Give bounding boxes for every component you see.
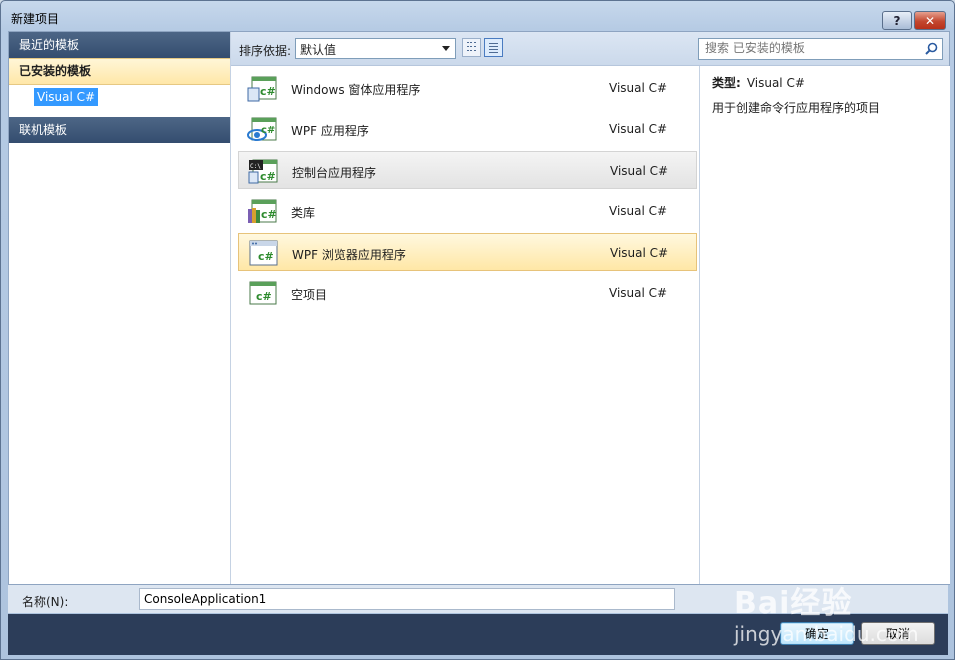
close-icon: ✕ <box>924 13 936 28</box>
template-type-value: Visual C# <box>746 76 805 90</box>
class-library-icon: c# <box>248 199 277 223</box>
chevron-down-icon <box>442 46 450 51</box>
svg-text:c#: c# <box>261 125 275 136</box>
template-list: c# Windows 窗体应用程序 Visual C# c# WPF 应用程序 … <box>233 66 699 584</box>
template-language: Visual C# <box>609 204 668 218</box>
template-search-box[interactable] <box>698 38 943 60</box>
close-button[interactable]: ✕ <box>914 11 946 30</box>
template-row-empty-project[interactable]: c# 空项目 Visual C# <box>238 274 697 312</box>
template-name: 控制台应用程序 <box>292 166 377 180</box>
window-title: 新建项目 <box>11 12 60 26</box>
title-bar[interactable]: 新建项目 ? ✕ <box>1 1 954 31</box>
template-description-panel: 类型: Visual C# 用于创建命令行应用程序的项目 <box>699 66 950 584</box>
sort-dropdown-value: 默认值 <box>300 43 337 57</box>
category-recent-templates[interactable]: 最近的模板 <box>9 32 230 58</box>
project-name-row: 名称(N): <box>8 585 948 613</box>
template-name: WPF 应用程序 <box>291 124 369 138</box>
category-visual-csharp-item[interactable]: Visual C# <box>9 85 230 117</box>
ok-button[interactable]: 确定 <box>780 622 854 645</box>
dialog-content: 最近的模板 已安装的模板 Visual C# 联机模板 排序依据: 默认值 搜索… <box>8 31 950 585</box>
template-row-wpf-application[interactable]: c# WPF 应用程序 Visual C# <box>238 110 697 148</box>
svg-text:c#: c# <box>258 250 274 263</box>
template-row-console-application[interactable]: C:\ c# 控制台应用程序 Visual C# <box>238 151 697 189</box>
template-description-text: 用于创建命令行应用程序的项目 <box>712 101 881 115</box>
wpf-icon: c# <box>247 117 277 141</box>
template-category-panel: 最近的模板 已安装的模板 Visual C# 联机模板 <box>9 32 231 584</box>
template-language: Visual C# <box>609 286 668 300</box>
search-icon[interactable] <box>925 42 938 55</box>
template-language: Visual C# <box>609 122 668 136</box>
cancel-button[interactable]: 取消 <box>861 622 935 645</box>
template-row-class-library[interactable]: c# 类库 Visual C# <box>238 192 697 230</box>
winforms-icon: c# <box>247 76 277 102</box>
sort-label: 排序依据: <box>239 44 292 58</box>
template-language: Visual C# <box>609 81 668 95</box>
template-row-windows-forms[interactable]: c# Windows 窗体应用程序 Visual C# <box>238 69 697 107</box>
new-project-dialog: 新建项目 ? ✕ 最近的模板 已安装的模板 Visual C# 联机模板 排序依… <box>0 0 955 660</box>
template-name: 类库 <box>291 206 316 220</box>
template-type: 类型: Visual C# <box>712 74 805 91</box>
svg-text:c#: c# <box>261 208 277 221</box>
template-language: Visual C# <box>610 246 669 260</box>
category-online-templates[interactable]: 联机模板 <box>9 117 230 143</box>
template-toolbar: 排序依据: 默认值 <box>231 32 949 66</box>
template-row-wpf-browser-application[interactable]: c# WPF 浏览器应用程序 Visual C# <box>238 233 697 271</box>
template-search-input[interactable] <box>699 39 920 57</box>
svg-text:c#: c# <box>260 85 276 98</box>
sort-dropdown[interactable]: 默认值 <box>295 38 456 59</box>
category-installed-templates[interactable]: 已安装的模板 <box>9 58 230 85</box>
project-name-label: 名称(N): <box>22 595 69 609</box>
template-name: Windows 窗体应用程序 <box>291 83 421 97</box>
small-icons-view-button[interactable] <box>462 38 481 57</box>
help-icon: ? <box>893 13 901 28</box>
list-view-button[interactable] <box>484 38 503 57</box>
template-name: 空项目 <box>291 288 328 302</box>
svg-text:C:\: C:\ <box>250 163 261 170</box>
console-icon: C:\ c# <box>248 159 278 184</box>
project-name-input[interactable] <box>139 588 675 610</box>
template-name: WPF 浏览器应用程序 <box>292 248 406 262</box>
template-type-label: 类型: <box>712 76 741 90</box>
category-visual-csharp-label[interactable]: Visual C# <box>34 88 99 106</box>
dialog-footer: 确定 取消 <box>8 614 948 655</box>
svg-text:c#: c# <box>256 290 272 303</box>
svg-text:c#: c# <box>260 170 276 183</box>
template-language: Visual C# <box>610 164 669 178</box>
empty-project-icon: c# <box>249 281 277 305</box>
wpf-browser-icon: c# <box>249 240 278 266</box>
help-button[interactable]: ? <box>882 11 912 30</box>
